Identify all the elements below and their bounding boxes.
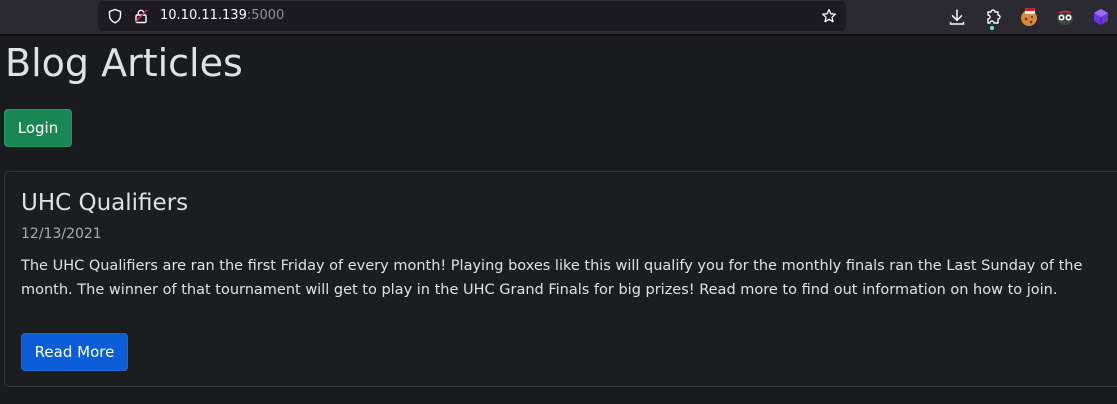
update-indicator-dot [990, 26, 994, 30]
cookie-extension-icon[interactable] [1016, 4, 1042, 30]
url-host: 10.10.11.139 [160, 8, 247, 23]
shield-icon[interactable] [107, 8, 123, 24]
url-port: :5000 [246, 8, 285, 23]
article-title: UHC Qualifiers [21, 190, 189, 216]
user-agent-extension-icon[interactable] [1052, 4, 1078, 30]
lock-icon[interactable] [133, 8, 149, 24]
article-card: UHC Qualifiers 12/13/2021 The UHC Qualif… [4, 171, 1117, 387]
article-body: The UHC Qualifiers are ran the first Fri… [21, 258, 1083, 298]
url-bar[interactable]: 10.10.11.139:5000 [98, 1, 846, 31]
bookmark-star-icon[interactable] [821, 8, 837, 24]
download-icon[interactable] [944, 4, 970, 30]
purple-cube-extension-icon[interactable] [1088, 4, 1114, 30]
read-more-button[interactable]: Read More [21, 333, 128, 371]
browser-toolbar: 10.10.11.139:5000 [0, 0, 1117, 34]
article-date: 12/13/2021 [21, 226, 102, 242]
url-text[interactable]: 10.10.11.139:5000 [160, 8, 284, 24]
toolbar-divider [0, 34, 1117, 36]
login-button[interactable]: Login [4, 109, 72, 147]
page-title: Blog Articles [5, 41, 243, 85]
